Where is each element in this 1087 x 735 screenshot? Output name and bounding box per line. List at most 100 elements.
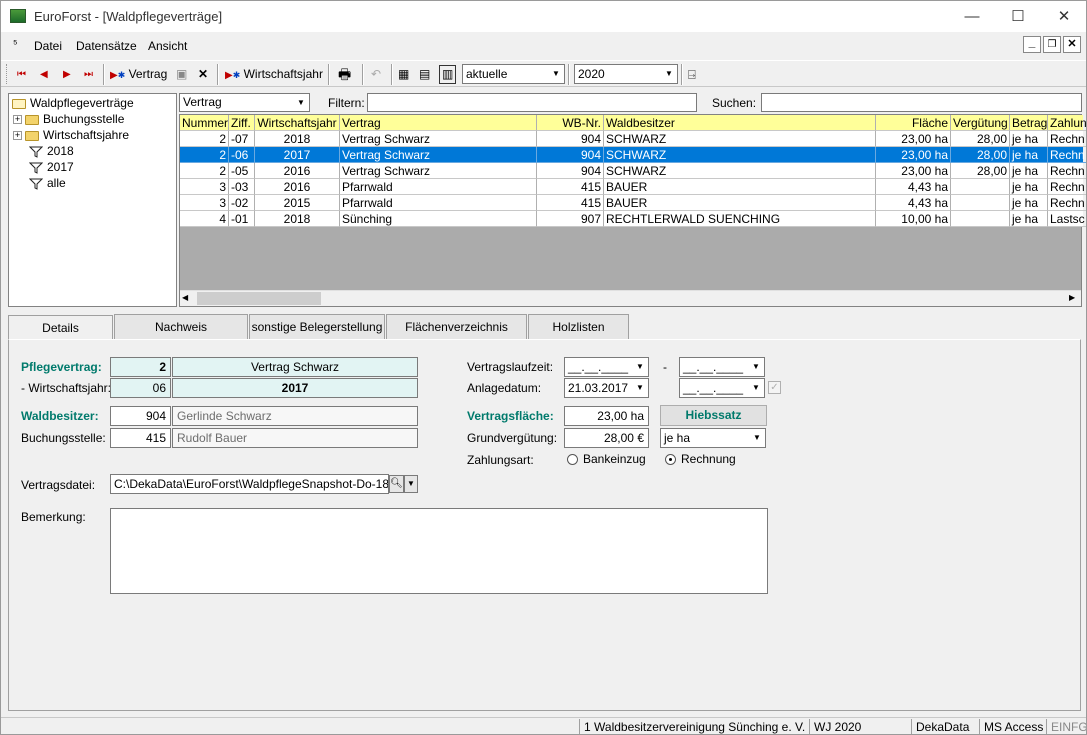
scroll-left-icon[interactable]: ◀ <box>182 293 188 302</box>
radio-rechnung[interactable]: Rechnung <box>665 452 736 466</box>
close-button[interactable]: ✕ <box>1041 1 1086 32</box>
first-record-icon[interactable]: ⏮ <box>17 65 26 84</box>
file-menu-chevron-icon[interactable]: ▼ <box>404 475 418 493</box>
column-header-wirtschaftsjahr[interactable]: Wirtschaftsjahr <box>255 115 340 131</box>
vertragsflaeche-label[interactable]: Vertragsfläche: <box>467 409 554 423</box>
column-header-verguetung[interactable]: Vergütung <box>951 115 1010 131</box>
minimize-button[interactable]: — <box>949 1 995 32</box>
hiebssatz-button[interactable]: Hiebssatz <box>660 405 767 426</box>
tab-flaechenverzeichnis[interactable]: Flächenverzeichnis <box>386 314 527 339</box>
toolbar-separator <box>362 64 364 85</box>
anlagedatum-extra-date[interactable]: __.__.____ ▼ <box>679 378 765 398</box>
scope-select[interactable]: aktuelle ▼ <box>462 64 565 84</box>
last-record-icon[interactable]: ⏭ <box>84 65 93 84</box>
bemerkung-textarea[interactable] <box>110 508 768 594</box>
mdi-minimize-button[interactable]: _ <box>1023 36 1041 53</box>
expand-icon[interactable]: + <box>13 115 22 125</box>
radio-button-icon[interactable] <box>567 454 578 466</box>
save-icon[interactable]: ▣ <box>176 65 187 84</box>
mdi-close-button[interactable]: ✕ <box>1063 36 1081 53</box>
form-view-icon[interactable]: ▤ <box>419 65 430 84</box>
filter-input[interactable] <box>367 93 697 112</box>
table-row[interactable]: 4 -01 2018 Sünching 907 RECHTLERWALD SUENCHIN… <box>180 211 1086 227</box>
status-mode: EINFG <box>1046 719 1086 734</box>
pflegevertrag-nr-field[interactable]: 2 <box>110 357 171 377</box>
print-icon[interactable]: 🖶 <box>338 65 351 84</box>
laufzeit-dash: - <box>663 360 667 374</box>
delete-icon[interactable]: ✕ <box>198 65 208 84</box>
column-header-wb-nr[interactable]: WB-Nr. <box>537 115 604 131</box>
tab-nachweis[interactable]: Nachweis <box>114 314 248 339</box>
cell-wb-nr: 904 <box>537 163 604 179</box>
search-input[interactable] <box>761 93 1082 112</box>
year-select[interactable]: 2020 ▼ <box>574 64 678 84</box>
menu-datensaetze[interactable]: Datensätze <box>76 39 137 53</box>
laufzeit-from-date[interactable]: __.__.____ ▼ <box>564 357 649 377</box>
cell-wb-nr: 907 <box>537 211 604 227</box>
buchungsstelle-nr-field[interactable]: 415 <box>110 428 171 448</box>
table-view-icon[interactable]: ▦ <box>398 65 409 84</box>
tree-item-buchungsstelle[interactable]: + Buchungsstelle <box>13 111 124 127</box>
maximize-button[interactable]: ☐ <box>995 1 1041 32</box>
column-header-betrag[interactable]: Betrag <box>1010 115 1048 131</box>
grundverguetung-field[interactable]: 28,00 € <box>564 428 649 448</box>
tree-item-2018[interactable]: 2018 <box>29 143 74 159</box>
table-row[interactable]: 2 -07 2018 Vertrag Schwarz 904 SCHWARZ 23,00 h… <box>180 131 1086 147</box>
tab-holzlisten[interactable]: Holzlisten <box>528 314 629 339</box>
vertragsdatei-field[interactable]: C:\DekaData\EuroForst\WaldpflegeSnapshot… <box>110 474 389 494</box>
exit-icon[interactable]: ⍈ <box>688 65 696 84</box>
tree-root[interactable]: Waldpflegeverträge <box>12 95 134 111</box>
mdi-restore-button[interactable]: ❐ <box>1043 36 1061 53</box>
grid-header: Nummer Ziff. Wirtschaftsjahr Vertrag WB-Nr. W… <box>180 115 1086 131</box>
scroll-thumb[interactable] <box>197 292 321 305</box>
column-header-vertrag[interactable]: Vertrag <box>340 115 537 131</box>
grundverguetung-unit-select[interactable]: je ha ▼ <box>660 428 766 448</box>
prev-record-icon[interactable]: ◀ <box>40 65 48 84</box>
anlagedatum-checkbox[interactable]: ✓ <box>768 381 781 394</box>
next-record-icon[interactable]: ▶ <box>63 65 71 84</box>
cell-nummer: 2 <box>180 131 229 147</box>
column-header-ziff[interactable]: Ziff. <box>229 115 255 131</box>
pflegevertrag-label[interactable]: Pflegevertrag: <box>21 360 102 374</box>
vertragsflaeche-field[interactable]: 23,00 ha <box>564 406 649 426</box>
table-row[interactable]: 3 -02 2015 Pfarrwald 415 BAUER 4,43 ha je ha Rec… <box>180 195 1086 211</box>
tree-item-wirtschaftsjahre[interactable]: + Wirtschaftsjahre <box>13 127 129 143</box>
anlagedatum-value: 21.03.2017 <box>568 381 629 395</box>
column-header-flaeche[interactable]: Fläche <box>876 115 951 131</box>
column-header-waldbesitzer[interactable]: Waldbesitzer <box>604 115 876 131</box>
browse-search-icon[interactable]: 🔍︎ <box>389 475 404 493</box>
laufzeit-to-date[interactable]: __.__.____ ▼ <box>679 357 765 377</box>
cell-wb-nr: 904 <box>537 147 604 163</box>
cell-wb-nr: 904 <box>537 131 604 147</box>
new-year-button[interactable]: ▶✱ Wirtschaftsjahr <box>225 65 323 84</box>
waldbesitzer-nr-field[interactable]: 904 <box>110 406 171 426</box>
window-title: EuroForst - [Waldpflegeverträge] <box>34 9 223 24</box>
tab-details[interactable]: Details <box>8 315 113 340</box>
new-contract-button[interactable]: ▶✱ Vertrag <box>110 65 167 84</box>
wj-ziff-field[interactable]: 06 <box>110 378 171 398</box>
waldbesitzer-label[interactable]: Waldbesitzer: <box>21 409 99 423</box>
column-header-zahlungsart[interactable]: Zahlun <box>1048 115 1086 131</box>
tab-sonstige-belegerstellung[interactable]: sonstige Belegerstellung <box>249 314 385 339</box>
expand-icon[interactable]: + <box>13 131 22 141</box>
pflegevertrag-name-field[interactable]: Vertrag Schwarz <box>172 357 418 377</box>
anlagedatum-date[interactable]: 21.03.2017 ▼ <box>564 378 649 398</box>
tree-item-alle[interactable]: alle <box>29 175 66 191</box>
tree-item-2017[interactable]: 2017 <box>29 159 74 175</box>
table-row[interactable]: 3 -03 2016 Pfarrwald 415 BAUER 4,43 ha je ha Rec… <box>180 179 1086 195</box>
undo-icon[interactable]: ↶ <box>371 65 381 84</box>
column-header-nummer[interactable]: Nummer <box>180 115 229 131</box>
record-type-select[interactable]: Vertrag ▼ <box>179 93 310 112</box>
table-row[interactable]: 2 -06 2017 Vertrag Schwarz 904 SCHWARZ 23,00 h… <box>180 147 1086 163</box>
zahlungsart-label: Zahlungsart: <box>467 453 534 467</box>
scroll-right-icon[interactable]: ▶ <box>1069 293 1075 302</box>
split-view-icon[interactable]: ▥ <box>439 65 457 84</box>
menu-datei[interactable]: Datei <box>34 39 62 53</box>
wj-year-field[interactable]: 2017 <box>172 378 418 398</box>
new-star-icon: ✱ <box>232 70 241 80</box>
horizontal-scrollbar[interactable]: ◀ ▶ <box>180 290 1081 306</box>
radio-button-selected-icon[interactable] <box>665 454 676 466</box>
radio-bankeinzug[interactable]: Bankeinzug <box>567 452 646 466</box>
menu-ansicht[interactable]: Ansicht <box>148 39 187 53</box>
table-row[interactable]: 2 -05 2016 Vertrag Schwarz 904 SCHWARZ 23,00 h… <box>180 163 1086 179</box>
